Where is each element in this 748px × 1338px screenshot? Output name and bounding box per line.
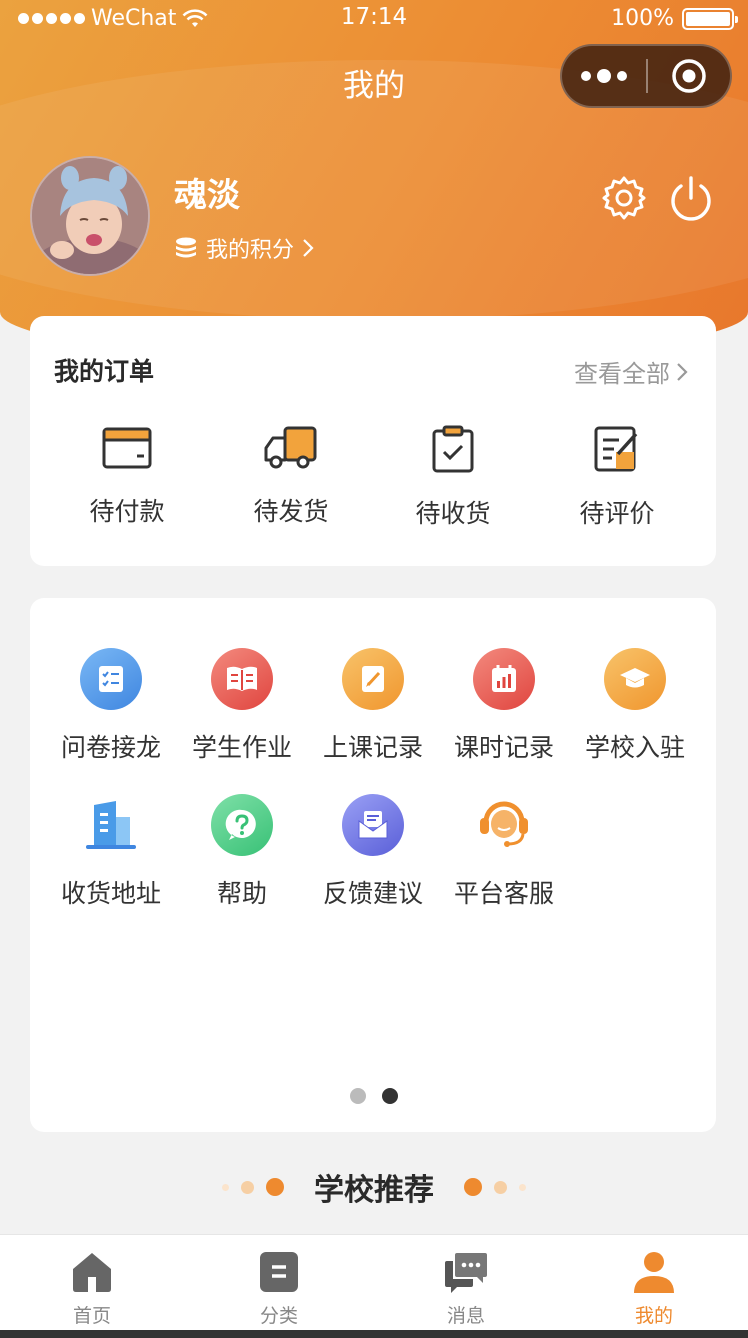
service-survey[interactable]: 问卷接龙 <box>46 648 176 764</box>
avatar[interactable] <box>30 156 150 276</box>
my-points-link[interactable]: 我的积分 <box>174 232 314 264</box>
user-name: 魂淡 <box>174 175 240 214</box>
home-icon <box>73 1253 111 1292</box>
building-icon <box>80 794 142 856</box>
battery-icon <box>682 7 738 30</box>
headset-icon <box>473 794 535 856</box>
recommend-title: 学校推荐 <box>314 1173 434 1208</box>
battery-percent: 100% <box>611 6 674 31</box>
tab-category-label: 分类 <box>259 1305 298 1327</box>
miniprogram-capsule <box>560 44 732 108</box>
page-dot-2[interactable] <box>382 1088 398 1104</box>
tab-mine[interactable]: 我的 <box>594 1249 714 1328</box>
chat-icon <box>445 1253 487 1293</box>
chevron-right-icon <box>677 362 688 381</box>
services-card: 问卷接龙 学生作业 上课记录 课时记录 学校入驻 收货地址 帮助 反馈建议 平台… <box>30 598 716 1132</box>
orders-card: 我的订单 查看全部 待付款 待发货 待收货 待评价 <box>30 316 716 566</box>
service-class-records[interactable]: 上课记录 <box>308 648 438 764</box>
order-pending-shipment-label: 待发货 <box>253 497 329 526</box>
book-icon <box>211 648 273 710</box>
service-customer-support[interactable]: 平台客服 <box>439 794 569 910</box>
tab-bar: 首页 分类 消息 我的 <box>0 1234 748 1330</box>
view-all-orders-link[interactable]: 查看全部 <box>574 354 688 389</box>
page-dot-1[interactable] <box>350 1088 366 1104</box>
service-school-join-label: 学校入驻 <box>584 733 685 762</box>
question-icon <box>211 794 273 856</box>
tab-category[interactable]: 分类 <box>219 1249 339 1328</box>
service-lesson-hours-label: 课时记录 <box>453 733 554 762</box>
power-icon <box>671 176 711 221</box>
calendar-chart-icon <box>473 648 535 710</box>
order-pending-payment[interactable]: 待付款 <box>52 424 202 528</box>
close-miniprogram-button[interactable] <box>648 46 730 106</box>
decor-dot-icon <box>494 1180 507 1194</box>
truck-icon <box>264 426 317 469</box>
service-customer-support-label: 平台客服 <box>453 879 554 908</box>
orders-title: 我的订单 <box>54 357 155 386</box>
logout-button[interactable] <box>666 174 716 224</box>
service-class-records-label: 上课记录 <box>322 733 423 762</box>
service-homework[interactable]: 学生作业 <box>177 648 307 764</box>
graduation-cap-icon <box>604 648 666 710</box>
tab-messages-label: 消息 <box>446 1305 485 1327</box>
decor-dot-icon <box>266 1178 284 1196</box>
service-lesson-hours[interactable]: 课时记录 <box>439 648 569 764</box>
service-school-join[interactable]: 学校入驻 <box>570 648 700 764</box>
home-indicator <box>0 1330 748 1338</box>
service-address-label: 收货地址 <box>60 879 161 908</box>
service-homework-label: 学生作业 <box>191 733 292 762</box>
envelope-icon <box>342 794 404 856</box>
tab-home[interactable]: 首页 <box>32 1249 152 1328</box>
decor-dot-icon <box>464 1178 482 1196</box>
view-all-label: 查看全部 <box>574 360 670 388</box>
service-help[interactable]: 帮助 <box>177 794 307 910</box>
order-pending-receipt-label: 待收货 <box>415 499 491 528</box>
notebook-pen-icon <box>342 648 404 710</box>
page-indicator <box>350 1088 398 1104</box>
service-address[interactable]: 收货地址 <box>46 794 176 910</box>
order-pending-review-label: 待评价 <box>579 499 655 528</box>
coins-icon <box>176 237 196 258</box>
settings-button[interactable] <box>600 174 648 222</box>
clipboard-check-icon <box>432 425 474 473</box>
service-feedback-label: 反馈建议 <box>322 879 423 908</box>
decor-dot-icon <box>222 1183 229 1191</box>
order-pending-shipment[interactable]: 待发货 <box>216 424 366 528</box>
tab-home-label: 首页 <box>72 1305 111 1327</box>
wallet-icon <box>102 427 152 469</box>
status-bar: WeChat 17:14 100% <box>0 0 748 40</box>
checklist-icon <box>80 648 142 710</box>
tab-mine-label: 我的 <box>634 1305 673 1327</box>
gear-icon <box>602 176 646 220</box>
person-icon <box>634 1252 674 1293</box>
points-label: 我的积分 <box>206 238 295 263</box>
recommend-header: 学校推荐 <box>0 1164 748 1210</box>
category-icon <box>260 1252 298 1292</box>
chevron-right-icon <box>303 239 314 257</box>
decor-dot-icon <box>519 1183 526 1191</box>
order-pending-review[interactable]: 待评价 <box>542 424 692 530</box>
more-button[interactable] <box>562 46 646 106</box>
baby-photo-icon <box>32 158 148 274</box>
target-close-icon <box>672 59 706 93</box>
service-help-label: 帮助 <box>216 879 267 908</box>
edit-note-icon <box>594 426 638 472</box>
decor-dot-icon <box>241 1180 254 1194</box>
order-pending-receipt[interactable]: 待收货 <box>378 424 528 530</box>
tab-messages[interactable]: 消息 <box>406 1249 526 1328</box>
service-feedback[interactable]: 反馈建议 <box>308 794 438 910</box>
order-pending-payment-label: 待付款 <box>89 497 165 526</box>
service-survey-label: 问卷接龙 <box>60 733 161 762</box>
